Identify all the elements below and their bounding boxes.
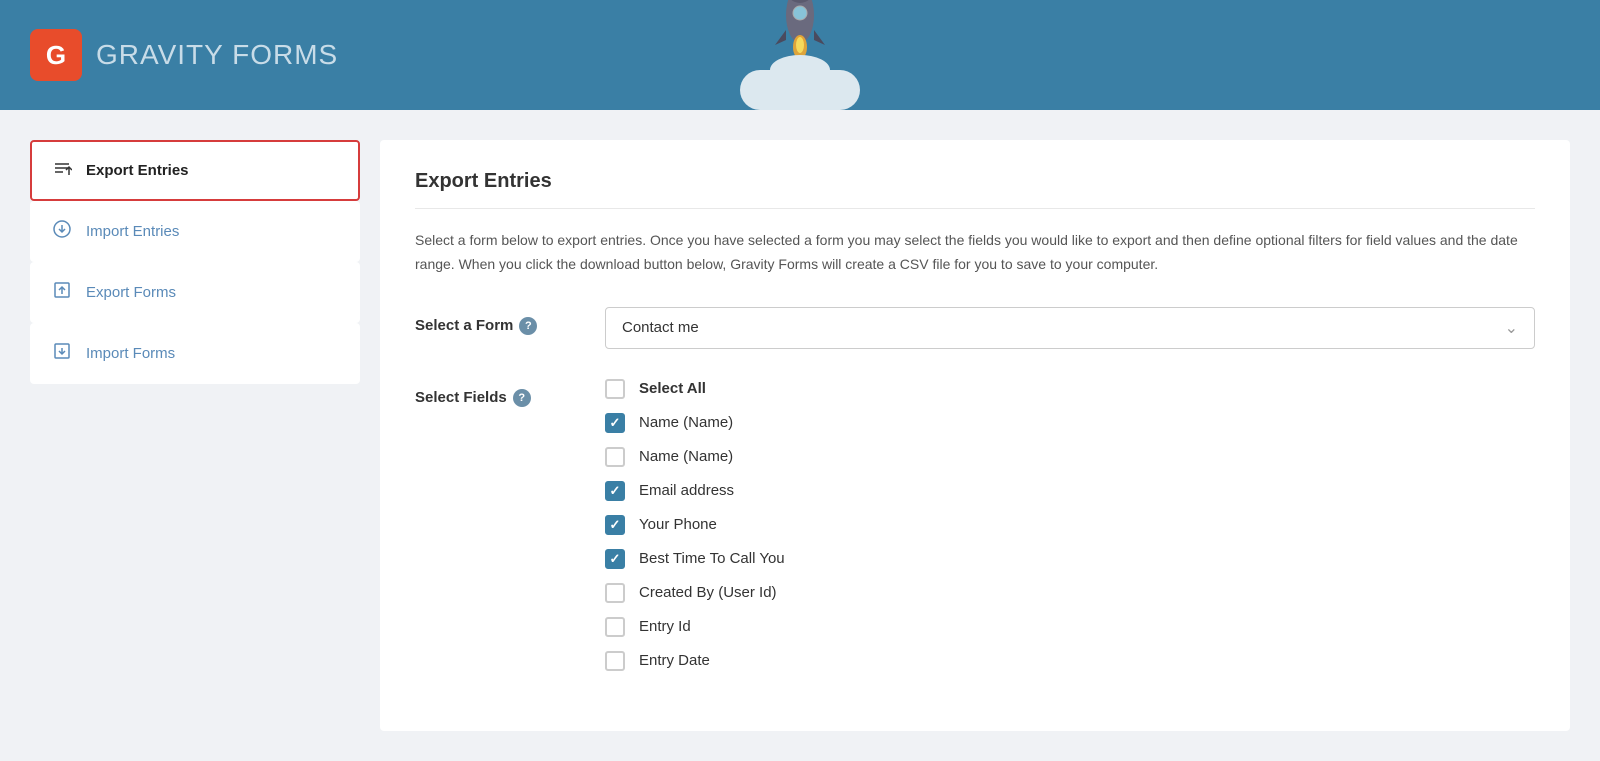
checkbox-entry-date[interactable] <box>605 651 625 671</box>
page-wrapper: Export Entries Import Entries Export <box>0 110 1600 761</box>
checkbox-name-2[interactable] <box>605 447 625 467</box>
list-item: Email address <box>605 481 1535 501</box>
checkbox-phone[interactable] <box>605 515 625 535</box>
select-form-help-icon[interactable]: ? <box>519 317 537 335</box>
sidebar-item-label: Export Forms <box>86 284 176 301</box>
checkbox-list: Select All Name (Name) Name (Name) <box>605 379 1535 671</box>
list-item: Entry Id <box>605 617 1535 637</box>
checkbox-select-all[interactable] <box>605 379 625 399</box>
list-item: Created By (User Id) <box>605 583 1535 603</box>
select-fields-label: Select Fields ? <box>415 379 575 407</box>
sidebar: Export Entries Import Entries Export <box>30 140 360 731</box>
header: G GRAVITY FORMS <box>0 0 1600 110</box>
form-dropdown[interactable]: Contact me ⌄ <box>605 307 1535 349</box>
sidebar-item-export-forms[interactable]: Export Forms <box>30 262 360 323</box>
logo-icon: G <box>30 29 82 81</box>
page-description: Select a form below to export entries. O… <box>415 229 1535 277</box>
checkbox-name-1[interactable] <box>605 413 625 433</box>
import-entries-icon <box>52 219 72 244</box>
sidebar-item-import-entries[interactable]: Import Entries <box>30 201 360 262</box>
main-content: Export Entries Select a form below to ex… <box>380 140 1570 731</box>
cloud-decoration <box>740 70 860 110</box>
checkbox-created-by[interactable] <box>605 583 625 603</box>
checkbox-label-name-1: Name (Name) <box>639 414 733 431</box>
list-item: Select All <box>605 379 1535 399</box>
list-item: Entry Date <box>605 651 1535 671</box>
fields-list: Select All Name (Name) Name (Name) <box>605 379 1535 671</box>
chevron-down-icon: ⌄ <box>1505 318 1518 338</box>
checkbox-label-phone: Your Phone <box>639 516 717 533</box>
sidebar-item-label: Export Entries <box>86 162 189 179</box>
sidebar-item-label: Import Forms <box>86 345 175 362</box>
list-item: Name (Name) <box>605 413 1535 433</box>
checkbox-email[interactable] <box>605 481 625 501</box>
checkbox-entry-id[interactable] <box>605 617 625 637</box>
select-fields-help-icon[interactable]: ? <box>513 389 531 407</box>
list-item: Your Phone <box>605 515 1535 535</box>
list-item: Best Time To Call You <box>605 549 1535 569</box>
page-title: Export Entries <box>415 170 1535 209</box>
select-form-control: Contact me ⌄ <box>605 307 1535 349</box>
logo-text: GRAVITY FORMS <box>96 39 338 71</box>
checkbox-label-select-all: Select All <box>639 380 706 397</box>
sidebar-item-label: Import Entries <box>86 223 179 240</box>
export-entries-icon <box>52 158 72 183</box>
sidebar-item-import-forms[interactable]: Import Forms <box>30 323 360 384</box>
checkbox-label-entry-id: Entry Id <box>639 618 691 635</box>
form-select-section: Select a Form ? Contact me ⌄ <box>415 307 1535 349</box>
sidebar-item-export-entries[interactable]: Export Entries <box>30 140 360 201</box>
checkbox-label-created-by: Created By (User Id) <box>639 584 777 601</box>
checkbox-label-email: Email address <box>639 482 734 499</box>
logo: G GRAVITY FORMS <box>30 29 338 81</box>
list-item: Name (Name) <box>605 447 1535 467</box>
checkbox-best-time[interactable] <box>605 549 625 569</box>
export-forms-icon <box>52 280 72 305</box>
select-form-label: Select a Form ? <box>415 307 575 335</box>
form-dropdown-value: Contact me <box>622 319 699 336</box>
checkbox-label-best-time: Best Time To Call You <box>639 550 785 567</box>
rocket-decoration <box>740 0 860 115</box>
checkbox-label-entry-date: Entry Date <box>639 652 710 669</box>
select-fields-section: Select Fields ? Select All Name (Name) <box>415 379 1535 671</box>
checkbox-label-name-2: Name (Name) <box>639 448 733 465</box>
import-forms-icon <box>52 341 72 366</box>
